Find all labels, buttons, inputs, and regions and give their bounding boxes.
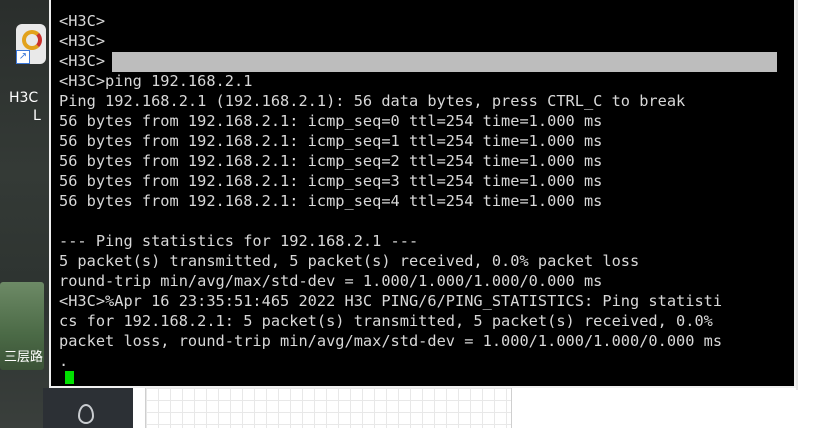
terminal-line: 56 bytes from 192.168.2.1: icmp_seq=2 tt… — [59, 152, 603, 170]
terminal-window[interactable]: <H3C> <H3C> <H3C> <H3C>ping 192.168.2.1 … — [49, 0, 796, 388]
terminal-line: 56 bytes from 192.168.2.1: icmp_seq=3 tt… — [59, 172, 603, 190]
terminal-line: packet loss, round-trip min/avg/max/std-… — [59, 332, 723, 350]
terminal-line: 56 bytes from 192.168.2.1: icmp_seq=1 tt… — [59, 132, 603, 150]
terminal-line: <H3C> — [59, 32, 106, 50]
terminal-line: 56 bytes from 192.168.2.1: icmp_seq=4 tt… — [59, 192, 603, 210]
terminal-line: <H3C>ping 192.168.2.1 — [59, 72, 253, 90]
terminal-line: Ping 192.168.2.1 (192.168.2.1): 56 data … — [59, 92, 686, 110]
terminal-line: 56 bytes from 192.168.2.1: icmp_seq=0 tt… — [59, 112, 603, 130]
terminal-cursor — [65, 371, 74, 384]
terminal-line: . — [59, 352, 69, 370]
desktop-icon-label: H3C — [9, 90, 39, 106]
terminal-line: round-trip min/avg/max/std-dev = 1.000/1… — [59, 272, 603, 290]
terminal-line: cs for 192.168.2.1: 5 packet(s) transmit… — [59, 312, 713, 330]
desktop-folder-label: 三层路 — [4, 350, 44, 365]
terminal-line: 5 packet(s) transmitted, 5 packet(s) rec… — [59, 252, 640, 270]
location-pin-icon[interactable] — [78, 404, 94, 424]
terminal-line: <H3C> — [59, 12, 106, 30]
selection-highlight — [112, 52, 777, 72]
terminal-line: --- Ping statistics for 192.168.2.1 --- — [59, 232, 419, 250]
window-edge — [796, 0, 798, 390]
background-app-sidebar — [43, 388, 133, 428]
h3c-app-icon[interactable]: ↗ — [16, 24, 46, 64]
background-app-canvas — [145, 388, 512, 428]
background-app-right-panel — [796, 0, 823, 428]
shortcut-arrow-icon: ↗ — [16, 50, 30, 64]
terminal-output[interactable]: <H3C> <H3C> <H3C> <H3C>ping 192.168.2.1 … — [57, 0, 777, 386]
desktop-icon-label-second: L — [33, 108, 41, 124]
terminal-line: <H3C> — [59, 52, 106, 70]
terminal-line: <H3C>%Apr 16 23:35:51:465 2022 H3C PING/… — [59, 292, 723, 310]
h3c-logo-ring — [22, 30, 42, 50]
